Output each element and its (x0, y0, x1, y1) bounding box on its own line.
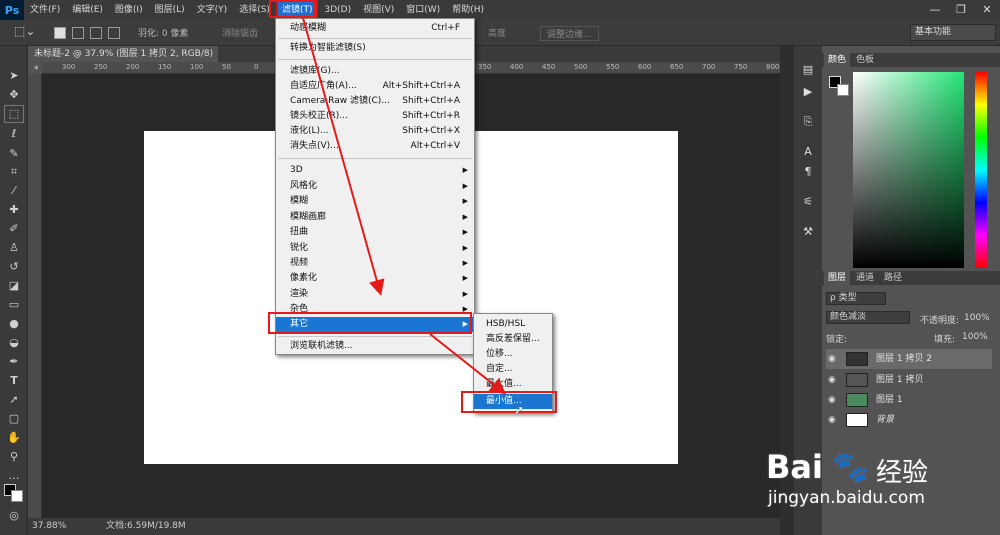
watermark-url: jingyan.baidu.com (768, 488, 925, 508)
watermark-brand: Bai (766, 448, 823, 486)
baidu-watermark: Bai 🐾 经验 jingyan.baidu.com (752, 448, 972, 518)
mouse-cursor-icon: ➚ (514, 403, 525, 417)
annotation-arrow (429, 333, 507, 395)
paw-icon: 🐾 (832, 450, 870, 485)
watermark-brand-cn: 经验 (876, 458, 929, 488)
annotation-arrow (302, 17, 385, 296)
